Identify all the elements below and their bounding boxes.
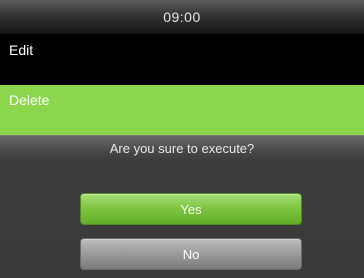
- yes-button[interactable]: Yes: [80, 193, 302, 225]
- clock: 09:00: [163, 9, 201, 25]
- dialog-message: Are you sure to execute?: [109, 141, 255, 156]
- menu-item-label: Delete: [9, 92, 50, 108]
- menu-item-label: Edit: [9, 42, 34, 58]
- menu-item-edit[interactable]: Edit: [0, 35, 364, 85]
- status-bar: 09:00: [0, 0, 364, 35]
- no-button[interactable]: No: [80, 238, 302, 270]
- menu-item-delete[interactable]: Delete: [0, 85, 364, 135]
- dialog-header: Are you sure to execute?: [0, 135, 364, 162]
- device-screen: 09:00 Edit Delete Are you sure to execut…: [0, 0, 364, 278]
- confirm-dialog: Are you sure to execute? Yes No: [0, 135, 364, 278]
